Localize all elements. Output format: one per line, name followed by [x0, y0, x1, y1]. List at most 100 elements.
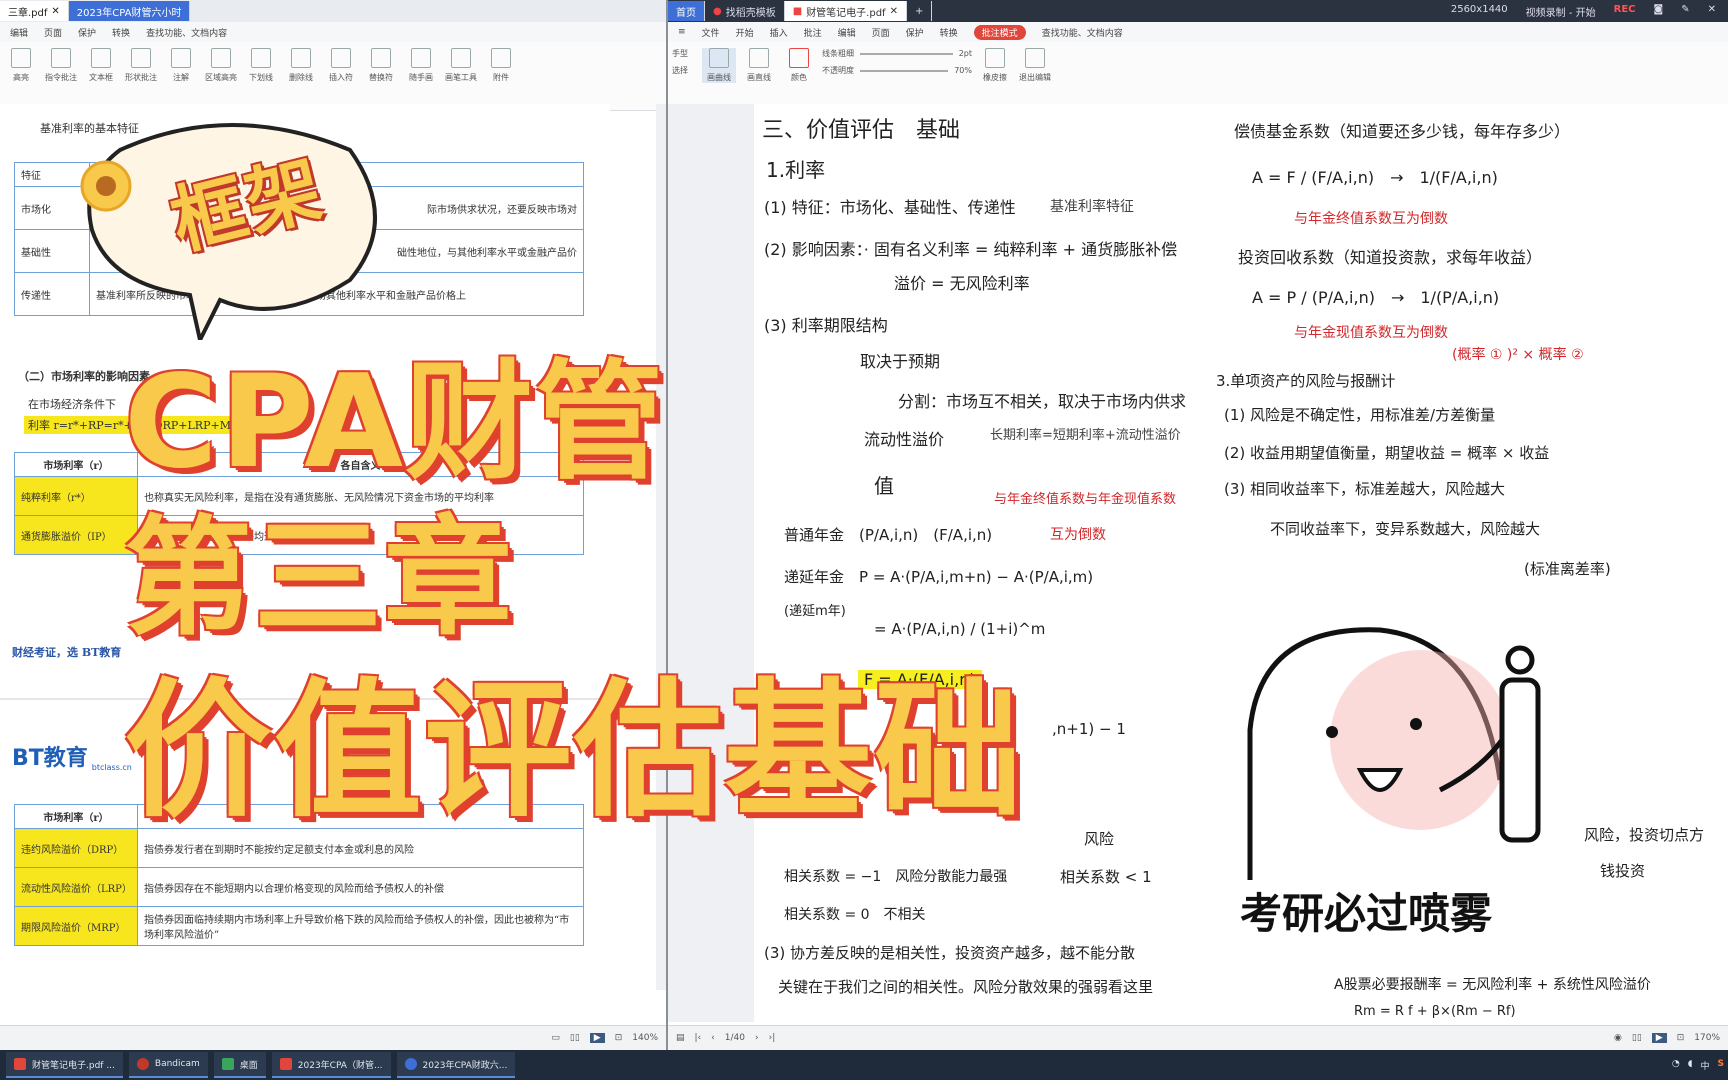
- draw-curve-button[interactable]: 画曲线: [702, 48, 736, 83]
- search-input[interactable]: 查找功能、文档内容: [1042, 26, 1123, 39]
- taskbar-label: 2023年CPA财政六...: [422, 1060, 508, 1071]
- tab-left-video[interactable]: 2023年CPA财管六小时: [68, 1, 191, 21]
- ribbon-button[interactable]: 指令批注: [44, 48, 78, 83]
- hamburger-icon[interactable]: ≡: [678, 27, 686, 37]
- replace-icon: [371, 48, 391, 68]
- attachment-icon: [491, 48, 511, 68]
- menu-item[interactable]: 开始: [736, 26, 754, 39]
- eye-icon[interactable]: ◉: [1614, 1033, 1622, 1043]
- tab-left-doc[interactable]: 三章.pdf ✕: [0, 1, 69, 21]
- thumbnail-icon[interactable]: ▤: [676, 1033, 685, 1043]
- page-indicator[interactable]: 1/40: [725, 1033, 745, 1043]
- camera-icon[interactable]: ◙: [1654, 4, 1664, 19]
- play-icon[interactable]: ▶: [1651, 1033, 1667, 1043]
- pencil-icon[interactable]: ✎: [1681, 4, 1689, 19]
- ribbon-button[interactable]: 高亮: [4, 48, 38, 83]
- menu-item[interactable]: 编辑: [838, 26, 856, 39]
- note-line: 风险: [1084, 830, 1115, 848]
- fit-width-icon[interactable]: ⊡: [615, 1033, 623, 1043]
- menu-item[interactable]: 页面: [44, 26, 62, 39]
- taskbar-item[interactable]: 桌面: [213, 1052, 266, 1078]
- menu-item[interactable]: 编辑: [10, 26, 28, 39]
- tab-notes-doc[interactable]: ■ 财管笔记电子.pdf ✕: [784, 1, 907, 21]
- exit-edit-button[interactable]: 退出编辑: [1018, 48, 1052, 83]
- two-page-icon[interactable]: ▯▯: [570, 1033, 580, 1043]
- select-tool[interactable]: 选择: [672, 65, 688, 76]
- color-button[interactable]: 颜色: [782, 48, 816, 83]
- left-scrollbar[interactable]: [656, 104, 666, 990]
- search-input[interactable]: 查找功能、文档内容: [146, 26, 227, 39]
- prev-page-icon[interactable]: ‹: [711, 1033, 715, 1043]
- table-cell: 市场化: [14, 186, 90, 230]
- note-line: A = F / (F/A,i,n) → 1/(F/A,i,n): [1252, 168, 1498, 187]
- ribbon-button[interactable]: 插入符: [324, 48, 358, 83]
- next-page-icon[interactable]: ›: [755, 1033, 759, 1043]
- strikethrough-icon: [291, 48, 311, 68]
- note-icon: [171, 48, 191, 68]
- note-line: 偿债基金系数（知道要还多少钱，每年存多少）: [1234, 122, 1571, 141]
- taskbar-item[interactable]: 财管笔记电子.pdf ...: [6, 1052, 123, 1078]
- ribbon-label: 插入符: [329, 73, 353, 82]
- taskbar-item[interactable]: 2023年CPA（财管...: [271, 1052, 391, 1078]
- eraser-button[interactable]: 橡皮擦: [978, 48, 1012, 83]
- new-tab-button[interactable]: +: [907, 1, 933, 21]
- formula-line: 在市场经济条件下: [28, 398, 116, 411]
- hand-tool[interactable]: 手型: [672, 48, 688, 59]
- view-mode-icon[interactable]: ▭: [551, 1033, 560, 1043]
- menu-item[interactable]: 保护: [78, 26, 96, 39]
- menu-item[interactable]: 转换: [940, 26, 958, 39]
- menu-item[interactable]: 转换: [112, 26, 130, 39]
- ribbon-button[interactable]: 区域高亮: [204, 48, 238, 83]
- ribbon-button[interactable]: 注解: [164, 48, 198, 83]
- note-line: (3) 协方差反映的是相关性，投资资产越多，越不能分散: [764, 944, 1136, 962]
- zoom-level[interactable]: 170%: [1694, 1033, 1720, 1043]
- fit-width-icon[interactable]: ⊡: [1677, 1033, 1685, 1043]
- zoom-level[interactable]: 140%: [632, 1033, 658, 1043]
- left-status-bar: ▭ ▯▯ ▶ ⊡ 140%: [0, 1025, 666, 1050]
- note-line: (3) 相同收益率下，标准差越大，风险越大: [1224, 480, 1506, 498]
- play-icon[interactable]: ▶: [589, 1033, 605, 1043]
- first-page-icon[interactable]: |‹: [695, 1033, 702, 1043]
- ribbon-button[interactable]: 形状批注: [124, 48, 158, 83]
- ribbon-button[interactable]: 替换符: [364, 48, 398, 83]
- last-page-icon[interactable]: ›|: [769, 1033, 776, 1043]
- draw-line-button[interactable]: 画直线: [742, 48, 776, 83]
- table-head: 市场利率（r）: [14, 804, 138, 829]
- browser-icon: [404, 1058, 417, 1070]
- close-icon[interactable]: ✕: [890, 6, 898, 17]
- taskbar-item[interactable]: 2023年CPA财政六...: [396, 1052, 516, 1078]
- ribbon-label: 橡皮擦: [983, 73, 1007, 82]
- sogou-icon[interactable]: S: [1718, 1059, 1724, 1072]
- menu-item[interactable]: 插入: [770, 26, 788, 39]
- two-page-icon[interactable]: ▯▯: [1632, 1033, 1642, 1043]
- opacity-value[interactable]: 70%: [954, 66, 972, 75]
- logo: BT教育 btclass.cn: [12, 740, 132, 772]
- close-icon[interactable]: ✕: [1708, 4, 1716, 19]
- menu-item[interactable]: 保护: [906, 26, 924, 39]
- ribbon-button[interactable]: 画笔工具: [444, 48, 478, 83]
- menu-item[interactable]: 批注: [804, 26, 822, 39]
- ribbon-label: 高亮: [13, 73, 29, 82]
- annotate-mode-tab[interactable]: 批注模式: [973, 24, 1026, 40]
- table-cell: 传递性: [14, 272, 90, 316]
- volume-icon[interactable]: ◖: [1688, 1059, 1693, 1072]
- tab-home[interactable]: 首页: [668, 1, 705, 21]
- rec-button[interactable]: REC: [1614, 4, 1636, 19]
- opacity-slider[interactable]: [860, 69, 949, 72]
- tab-template[interactable]: ● 找稻壳模板: [705, 1, 785, 21]
- menu-item[interactable]: 文件: [702, 26, 720, 39]
- note-line: 取决于预期: [860, 352, 941, 371]
- note-line: 钱投资: [1600, 862, 1646, 880]
- ime-indicator[interactable]: 中: [1701, 1059, 1710, 1072]
- ribbon-button[interactable]: 删除线: [284, 48, 318, 83]
- stroke-width-value[interactable]: 2pt: [959, 49, 972, 58]
- ribbon-button[interactable]: 随手画: [404, 48, 438, 83]
- close-icon[interactable]: ✕: [51, 6, 59, 17]
- ribbon-button[interactable]: 附件: [484, 48, 518, 83]
- wifi-icon[interactable]: ◔: [1672, 1059, 1680, 1072]
- ribbon-button[interactable]: 文本框: [84, 48, 118, 83]
- taskbar-item[interactable]: Bandicam: [128, 1052, 208, 1078]
- ribbon-button[interactable]: 下划线: [244, 48, 278, 83]
- stroke-width-slider[interactable]: [860, 52, 953, 55]
- menu-item[interactable]: 页面: [872, 26, 890, 39]
